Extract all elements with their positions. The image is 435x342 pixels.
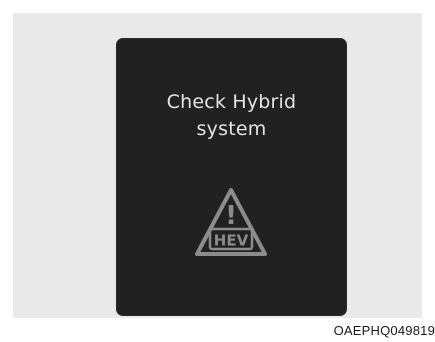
figure-code: OAEPHQ049819 bbox=[333, 323, 435, 338]
warning-message-line-2: system bbox=[196, 118, 267, 140]
exclamation-mark: ! bbox=[225, 201, 237, 231]
warning-message: Check Hybrid system bbox=[117, 89, 346, 143]
warning-message-line-1: Check Hybrid bbox=[166, 91, 297, 113]
hev-label: HEV bbox=[214, 232, 249, 250]
cluster-display: Check Hybrid system ! HEV bbox=[117, 39, 346, 315]
hev-warning-triangle-icon: ! HEV bbox=[195, 188, 267, 256]
